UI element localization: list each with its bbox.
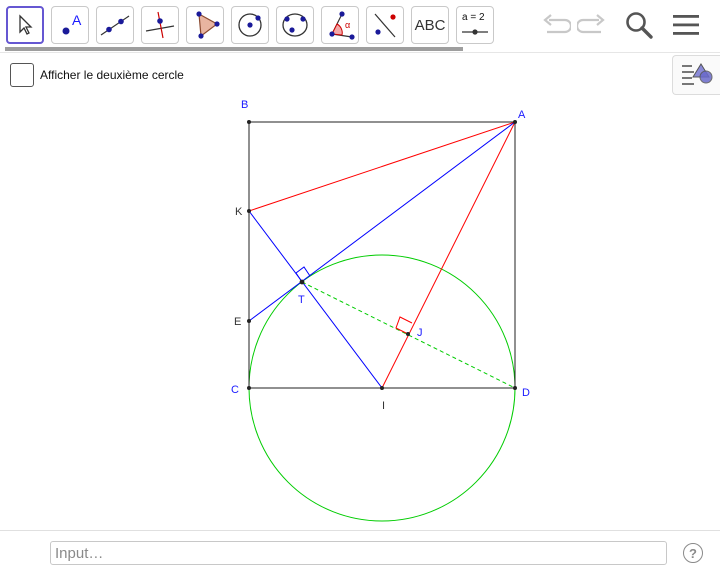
undo-button[interactable]	[538, 12, 573, 42]
segment-ka[interactable]	[248, 121, 516, 212]
label-i: I	[382, 400, 385, 412]
point-k[interactable]	[247, 209, 251, 213]
label-e: E	[234, 316, 241, 328]
toolbar: A α ABC a = 2	[0, 0, 720, 52]
label-c: C	[231, 384, 239, 396]
point-e[interactable]	[247, 319, 251, 323]
polygon-tool-button[interactable]	[186, 6, 224, 44]
label-a: A	[518, 109, 526, 121]
algebra-input-field[interactable]	[50, 541, 667, 565]
main-menu-button[interactable]	[668, 10, 704, 44]
toolbar-scroll-track	[5, 47, 463, 51]
reflect-icon	[369, 10, 401, 40]
point-c[interactable]	[247, 386, 251, 390]
help-button[interactable]: ?	[683, 543, 703, 563]
redo-icon	[575, 13, 609, 42]
angle-tool-label: α	[345, 20, 351, 30]
segment-ia[interactable]	[381, 121, 516, 389]
text-tool-button[interactable]: ABC	[411, 6, 449, 44]
point-t[interactable]	[299, 279, 305, 285]
polygon-icon	[189, 10, 221, 40]
segment-ea[interactable]	[248, 121, 516, 322]
undo-icon	[539, 13, 573, 42]
point-j[interactable]	[406, 332, 410, 336]
hamburger-menu-icon	[671, 12, 701, 43]
perpendicular-tool-button[interactable]	[141, 6, 179, 44]
label-j: J	[417, 327, 423, 339]
redo-button[interactable]	[575, 12, 610, 42]
point-i[interactable]	[380, 386, 384, 390]
circle-three-points-tool-button[interactable]	[276, 6, 314, 44]
circle-center-point-icon	[234, 10, 266, 40]
input-bar: ?	[0, 530, 720, 576]
graphics-view[interactable]: A B C D K E T J I	[0, 53, 720, 529]
slider-tool-button[interactable]: a = 2	[456, 6, 494, 44]
angle-icon: α	[324, 10, 356, 40]
search-icon	[624, 10, 654, 45]
point-a[interactable]	[513, 120, 517, 124]
move-tool-button[interactable]	[6, 6, 44, 44]
point-b[interactable]	[247, 120, 251, 124]
circle-center-tool-button[interactable]	[231, 6, 269, 44]
text-icon: ABC	[414, 16, 446, 34]
point-tool-label: A	[72, 12, 82, 28]
right-angle-mark-j	[395, 316, 413, 335]
cursor-arrow-icon	[15, 14, 35, 36]
point-d[interactable]	[513, 386, 517, 390]
help-icon: ?	[689, 545, 697, 561]
label-b: B	[241, 99, 248, 111]
label-d: D	[522, 387, 530, 399]
search-button[interactable]	[622, 10, 656, 44]
label-t: T	[298, 294, 305, 306]
segment-ki[interactable]	[248, 210, 383, 389]
reflect-tool-button[interactable]	[366, 6, 404, 44]
slider-icon: a = 2	[459, 10, 491, 40]
right-angle-mark-t	[295, 266, 311, 283]
line-through-points-icon	[99, 10, 131, 40]
point-tool-button[interactable]: A	[51, 6, 89, 44]
line-tool-button[interactable]	[96, 6, 134, 44]
perpendicular-line-icon	[144, 10, 176, 40]
label-k: K	[235, 206, 243, 218]
angle-tool-button[interactable]: α	[321, 6, 359, 44]
point-icon: A	[55, 10, 85, 40]
circle-three-points-icon	[279, 10, 311, 40]
